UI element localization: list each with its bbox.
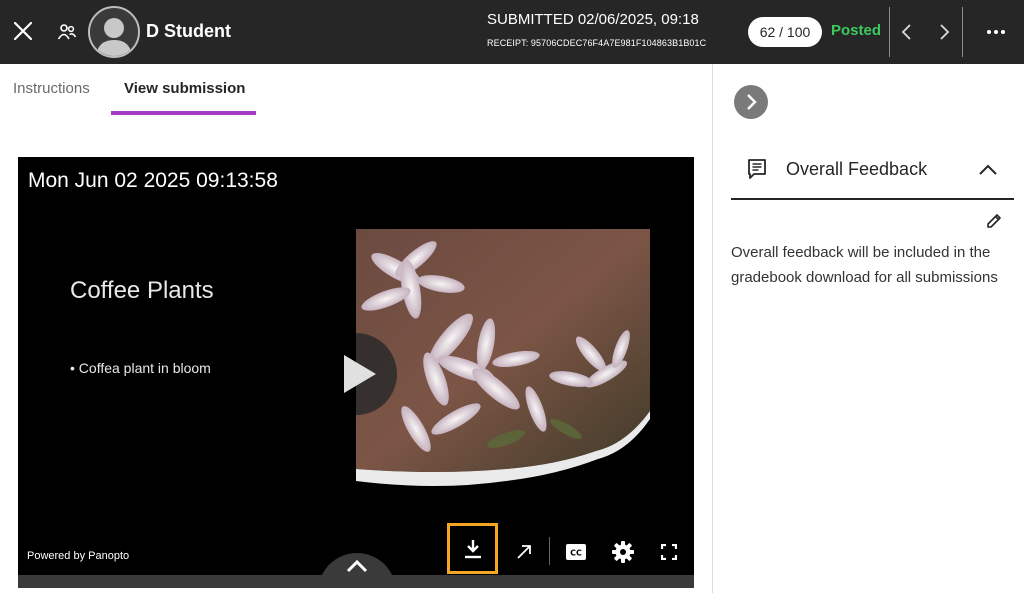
panel-divider (712, 64, 713, 593)
slide-title: Coffee Plants (70, 277, 214, 304)
fullscreen-button[interactable] (650, 535, 688, 569)
download-button[interactable] (447, 523, 498, 574)
overall-feedback-title: Overall Feedback (786, 159, 928, 179)
settings-button[interactable] (604, 535, 642, 569)
student-name: D Student (146, 21, 231, 41)
collapse-panel-button[interactable] (734, 85, 768, 119)
grading-view: D Student SUBMITTED 02/06/2025, 09:18 RE… (0, 0, 1024, 593)
expand-controls-button[interactable] (318, 553, 396, 588)
overall-feedback-text: Overall feedback will be included in the… (731, 244, 998, 286)
overall-feedback-header[interactable]: Overall Feedback (731, 142, 1014, 200)
open-external-button[interactable] (505, 535, 543, 569)
download-icon (464, 539, 481, 558)
active-tab-indicator (111, 111, 256, 115)
tab-bar: Instructions View submission (0, 64, 712, 124)
captions-button[interactable]: CC (557, 535, 595, 569)
pencil-icon (987, 214, 1001, 228)
tab-view-submission[interactable]: View submission (124, 80, 245, 97)
flower-photo (356, 229, 650, 486)
avatar[interactable] (88, 6, 140, 58)
close-icon (13, 21, 33, 41)
tab-instructions[interactable]: Instructions (13, 80, 90, 97)
fullscreen-icon (661, 544, 677, 560)
close-button[interactable] (10, 16, 36, 46)
status-badge: Posted (831, 22, 882, 39)
settings-icon (612, 541, 634, 563)
captions-icon: CC (566, 544, 586, 560)
recording-timestamp: Mon Jun 02 2025 09:13:58 (28, 169, 278, 192)
chevron-left-icon (901, 24, 911, 40)
receipt-id: RECEIPT: 95706CDEC76F4A7E981F104863B1B01… (487, 38, 707, 48)
people-icon (57, 24, 77, 40)
play-button[interactable] (336, 333, 398, 415)
submitted-date: SUBMITTED 02/06/2025, 09:18 (487, 11, 699, 28)
divider (962, 7, 963, 57)
slide-bullet: • Coffea plant in bloom (70, 360, 211, 376)
more-icon (987, 30, 1005, 34)
chevron-right-icon (940, 24, 950, 40)
top-bar: D Student SUBMITTED 02/06/2025, 09:18 RE… (0, 0, 1024, 64)
next-student-button[interactable] (932, 18, 956, 46)
feedback-icon (748, 159, 766, 179)
person-silhouette-icon (96, 18, 132, 56)
student-list-button[interactable] (55, 18, 79, 46)
controls-divider (549, 537, 550, 565)
open-external-icon (517, 545, 531, 559)
chevron-up-icon (979, 164, 997, 175)
chevron-right-icon (747, 94, 757, 110)
svg-text:CC: CC (570, 549, 582, 558)
score-pill[interactable]: 62 / 100 (748, 17, 822, 47)
previous-student-button[interactable] (895, 18, 919, 46)
more-options-button[interactable] (982, 18, 1010, 46)
divider (889, 7, 890, 57)
edit-feedback-button[interactable] (982, 209, 1006, 233)
powered-by-label: Powered by Panopto (27, 550, 130, 562)
video-player[interactable]: Mon Jun 02 2025 09:13:58 Coffee Plants •… (18, 157, 694, 588)
chevron-up-icon (346, 559, 368, 573)
